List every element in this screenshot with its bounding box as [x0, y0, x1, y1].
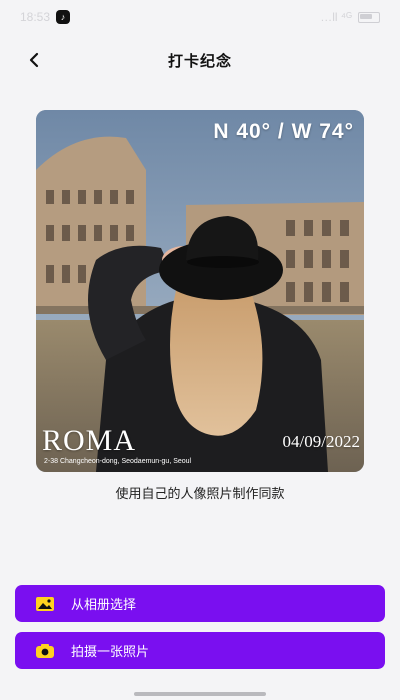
date-text: 04/09/2022	[282, 432, 360, 451]
album-button-label: 从相册选择	[71, 598, 137, 613]
take-photo-button[interactable]: 拍摄一张照片	[15, 632, 385, 669]
battery-icon	[358, 11, 380, 23]
status-time: 18:53	[20, 10, 51, 24]
city-name: ROMA	[42, 424, 137, 457]
address-text: 2-38 Changcheon-dong, Seodaemun-gu, Seou…	[44, 458, 192, 465]
camera-icon	[35, 643, 55, 659]
camera-button-label: 拍摄一张照片	[71, 645, 150, 660]
back-button[interactable]	[20, 46, 48, 74]
caption-text: 使用自己的人像照片制作同款	[115, 487, 285, 502]
status-bar: 18:53 ♪ …ll ⁴ᴳ	[0, 0, 400, 34]
image-icon	[35, 596, 55, 612]
signal-icon: …ll ⁴ᴳ	[320, 10, 352, 24]
tiktok-icon: ♪	[56, 10, 71, 24]
colosseum-photo	[36, 110, 364, 472]
page-title: 打卡纪念	[167, 51, 232, 70]
nav-bar: 打卡纪念	[0, 38, 400, 82]
status-left: 18:53 ♪	[20, 10, 71, 24]
status-right: …ll ⁴ᴳ	[320, 10, 380, 24]
coordinates-text: N 40° / W 74°	[213, 120, 354, 143]
chevron-left-icon	[29, 52, 39, 68]
home-indicator[interactable]	[134, 692, 266, 696]
choose-from-album-button[interactable]: 从相册选择	[15, 585, 385, 622]
template-photo: N 40° / W 74° ROMA 2-38 Changcheon-dong,…	[36, 110, 364, 472]
